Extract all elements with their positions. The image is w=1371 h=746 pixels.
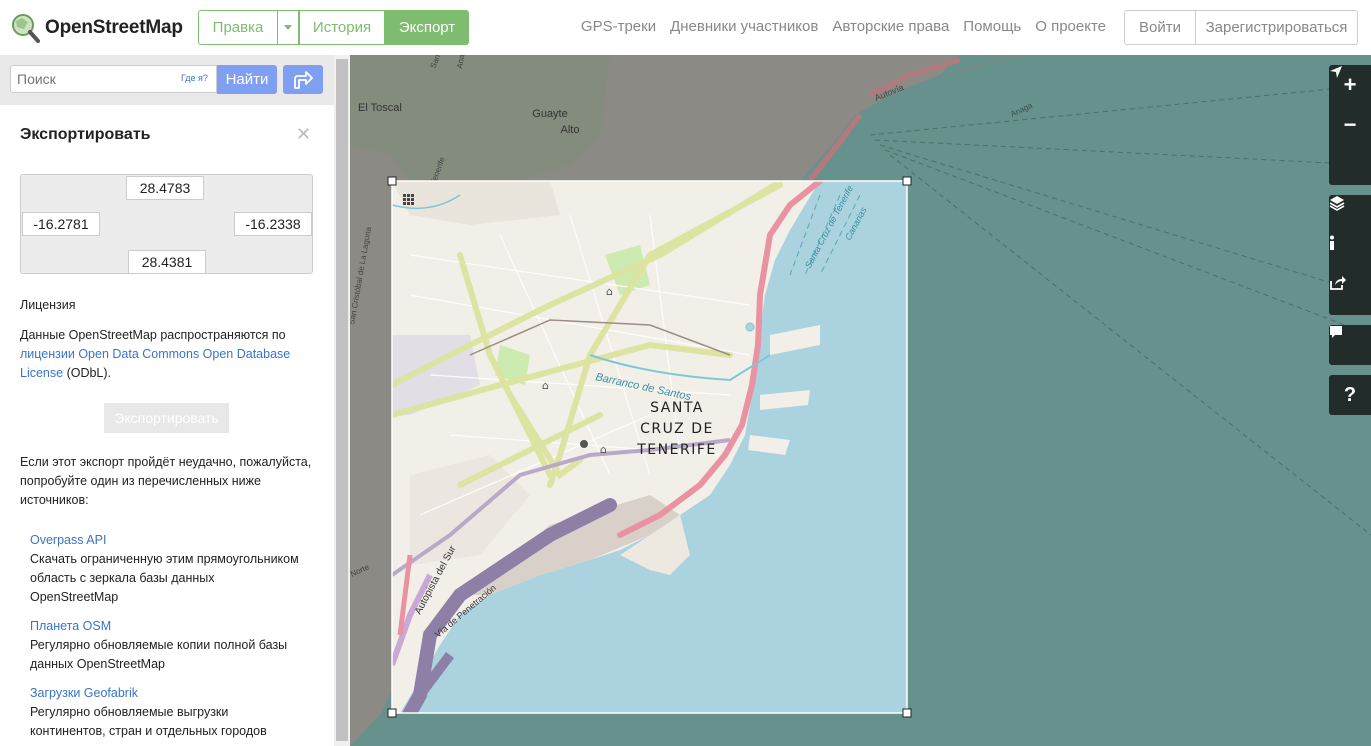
city-label-line-1: SANTA	[650, 400, 704, 416]
fail-text: Если этот экспорт пройдёт неудачно, пожа…	[20, 453, 320, 510]
sidebar-scrollbar[interactable]	[334, 55, 350, 746]
header: OpenStreetMap Правка История Экспорт GPS…	[0, 0, 1371, 55]
license-link[interactable]: лицензии Open Data Commons Open Database	[20, 347, 290, 361]
source-overpass-link[interactable]: Overpass API	[30, 533, 106, 547]
directions-button[interactable]	[283, 65, 323, 94]
nav-user-diaries[interactable]: Дневники участников	[670, 18, 818, 35]
minus-icon: −	[1343, 112, 1357, 137]
search-button[interactable]: Найти	[217, 65, 277, 94]
source-planet: Планета OSM Регулярно обновляемые копии …	[30, 617, 330, 674]
search-bar: Где я? Найти	[0, 55, 334, 105]
source-geofabrik-desc-2: континентов, стран и отдельных городов	[30, 724, 267, 738]
selection-handle-nw[interactable]	[387, 176, 397, 186]
top-nav: GPS-треки Дневники участников Авторские …	[581, 18, 1106, 35]
nav-about[interactable]: О проекте	[1035, 18, 1106, 35]
tab-export[interactable]: Экспорт	[385, 10, 469, 45]
help-icon: ?	[1343, 383, 1357, 406]
museum-icon-3: ⌂	[600, 443, 607, 456]
source-geofabrik-link[interactable]: Загрузки Geofabrik	[30, 686, 138, 700]
export-selection-map: ⌂ ⌂ ⌂ Barranco de Santos Autopista del S…	[392, 181, 907, 713]
scrollbar-thumb[interactable]	[336, 59, 348, 741]
museum-icon: ⌂	[606, 285, 613, 298]
bbox-south-input[interactable]: 28.4381	[128, 250, 206, 274]
auth-buttons: Войти Зарегистрироваться	[1124, 10, 1358, 45]
add-note-button[interactable]	[1329, 325, 1371, 365]
museum-icon-2: ⌂	[542, 379, 549, 392]
fail-text-3: источников:	[20, 493, 89, 507]
map-key-button[interactable]	[1329, 235, 1371, 275]
chevron-down-icon	[284, 25, 292, 30]
map-canvas[interactable]: El Toscal Guayte Alto Autovía Anaga San …	[350, 55, 1371, 746]
layers-icon	[1329, 196, 1345, 211]
source-planet-desc-2: данных OpenStreetMap	[30, 657, 166, 671]
city-label-line-3: TENERIFE	[636, 442, 716, 458]
source-geofabrik: Загрузки Geofabrik Регулярно обновляемые…	[30, 684, 330, 741]
license-text-2: (ODbL).	[63, 366, 112, 380]
bbox-west-input[interactable]: -16.2781	[22, 212, 100, 236]
license-heading: Лицензия	[20, 298, 76, 312]
fail-text-2: попробуйте один из перечисленных ниже	[20, 474, 261, 488]
signup-button[interactable]: Зарегистрироваться	[1196, 10, 1358, 45]
help-button[interactable]: ?	[1329, 375, 1371, 415]
map-label-el-toscal: El Toscal	[358, 102, 402, 114]
directions-icon	[294, 70, 313, 89]
export-button[interactable]: Экспортировать	[104, 403, 229, 433]
zoom-out-button[interactable]: −	[1329, 105, 1371, 145]
close-icon[interactable]: ✕	[296, 124, 311, 145]
source-overpass: Overpass API Скачать ограниченную этим п…	[30, 531, 330, 607]
mode-tabs: Правка История Экспорт	[198, 10, 469, 45]
license-link-2[interactable]: License	[20, 366, 63, 380]
layers-button[interactable]	[1329, 195, 1371, 235]
where-am-i-link[interactable]: Где я?	[181, 73, 208, 83]
tab-history[interactable]: История	[299, 10, 385, 45]
locate-arrow-icon	[1330, 66, 1342, 78]
share-button[interactable]	[1329, 275, 1371, 315]
brand-name: OpenStreetMap	[45, 17, 183, 38]
map[interactable]: El Toscal Guayte Alto Autovía Anaga San …	[350, 55, 1371, 746]
source-geofabrik-desc-1: Регулярно обновляемые выгрузки	[30, 705, 229, 719]
note-icon	[1330, 326, 1342, 338]
source-overpass-desc-3: OpenStreetMap	[30, 590, 119, 604]
license-text: Данные OpenStreetMap распространяются по…	[20, 326, 320, 383]
login-button[interactable]: Войти	[1124, 10, 1196, 45]
nav-help[interactable]: Помощь	[963, 18, 1021, 35]
plus-icon: +	[1343, 72, 1357, 97]
selection-handle-se[interactable]	[902, 708, 912, 718]
locate-button[interactable]	[1329, 66, 1371, 185]
selection-handle-ne[interactable]	[902, 176, 912, 186]
city-label-line-2: CRUZ DE	[640, 421, 714, 437]
info-icon	[1330, 235, 1334, 250]
map-label-guayte: Guayte	[532, 108, 567, 120]
bbox-panel: 28.4783 -16.2781 -16.2338 28.4381	[20, 174, 313, 274]
source-overpass-desc-2: область с зеркала базы данных	[30, 571, 215, 585]
source-planet-link[interactable]: Планета OSM	[30, 619, 111, 633]
bbox-north-input[interactable]: 28.4783	[126, 176, 204, 200]
selection-handle-sw[interactable]	[387, 708, 397, 718]
osm-logo-icon	[12, 14, 40, 43]
nav-copyright[interactable]: Авторские права	[832, 18, 949, 35]
tab-edit[interactable]: Правка	[198, 10, 278, 45]
fail-text-1: Если этот экспорт пройдёт неудачно, пожа…	[20, 455, 312, 469]
zoom-controls: + −	[1329, 65, 1371, 185]
bbox-east-input[interactable]: -16.2338	[234, 212, 312, 236]
logo[interactable]: OpenStreetMap	[10, 12, 183, 44]
export-title: Экспортировать	[20, 126, 151, 143]
share-icon	[1330, 276, 1346, 290]
map-label-alto: Alto	[561, 124, 580, 136]
edit-dropdown-button[interactable]	[278, 10, 299, 45]
sidebar: Где я? Найти Экспортировать ✕ 28.4783 -1…	[0, 55, 334, 746]
selection-drag-icon[interactable]	[403, 194, 414, 205]
source-planet-desc-1: Регулярно обновляемые копии полной базы	[30, 638, 288, 652]
landmark-icon	[580, 440, 588, 448]
nav-gps-traces[interactable]: GPS-треки	[581, 18, 656, 35]
source-overpass-desc-1: Скачать ограниченную этим прямоугольнико…	[30, 552, 299, 566]
license-text-1: Данные OpenStreetMap распространяются по	[20, 328, 286, 342]
